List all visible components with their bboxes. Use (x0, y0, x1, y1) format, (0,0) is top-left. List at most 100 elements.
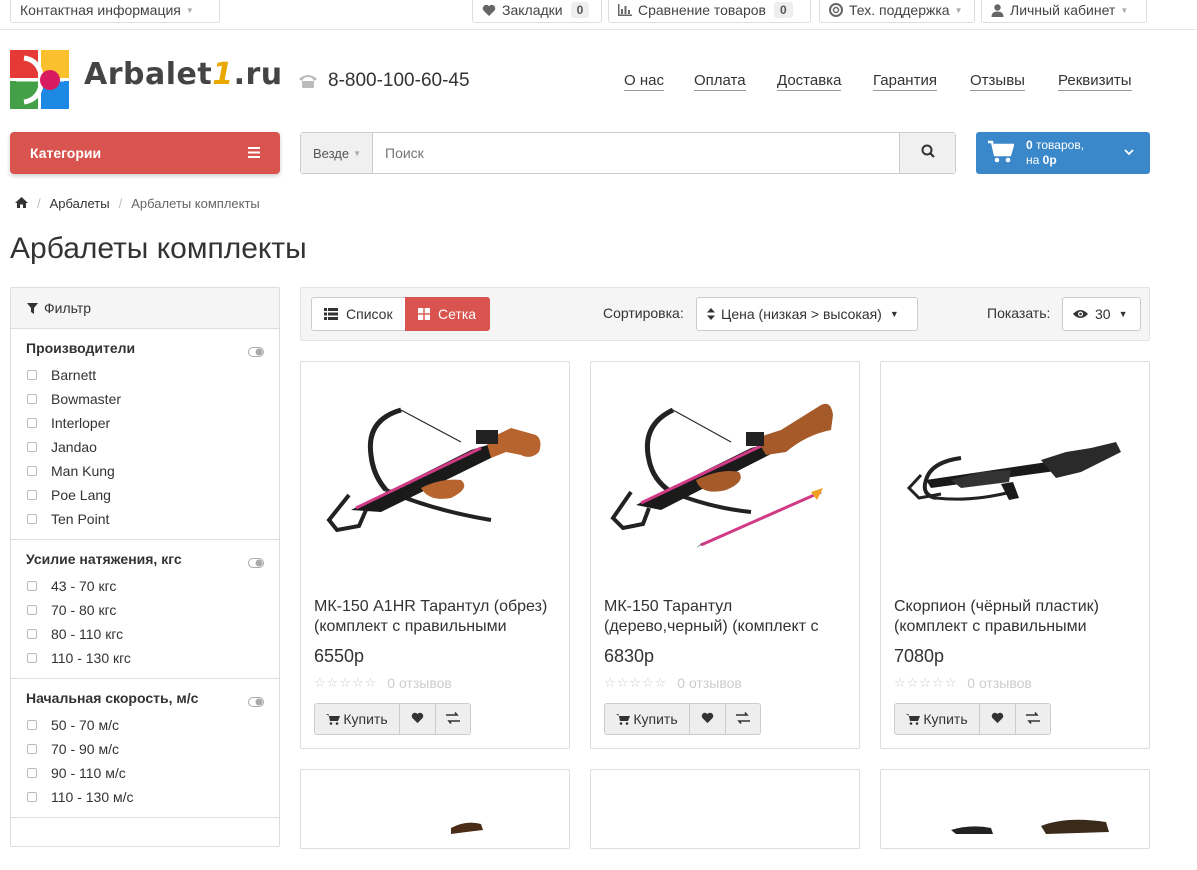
filter-checkbox[interactable] (27, 394, 37, 404)
buy-button[interactable]: Купить (604, 703, 690, 735)
add-to-wishlist-button[interactable] (400, 703, 436, 735)
filter-option[interactable]: Jandao (26, 435, 264, 459)
filter-checkbox[interactable] (27, 720, 37, 730)
filter-option[interactable]: Bowmaster (26, 387, 264, 411)
add-to-wishlist-button[interactable] (980, 703, 1016, 735)
filter-option-label: Man Kung (51, 463, 115, 479)
product-actions: Купить (604, 703, 761, 735)
filter-group-title[interactable]: Усилие натяжения, кгс (26, 551, 264, 567)
filter-checkbox[interactable] (27, 490, 37, 500)
phone-icon (298, 73, 318, 89)
compare-button[interactable]: Сравнение товаров 0 (608, 0, 811, 23)
breadcrumb-item[interactable]: Арбалеты (50, 196, 110, 211)
support-dropdown[interactable]: Тех. поддержка ▼ (819, 0, 975, 23)
product-image[interactable] (311, 380, 559, 570)
site-logo-icon[interactable] (10, 50, 70, 115)
contact-info-dropdown[interactable]: Контактная информация ▼ (10, 0, 220, 23)
filter-checkbox[interactable] (27, 744, 37, 754)
filter-option[interactable]: 110 - 130 м/с (26, 785, 264, 809)
search-scope-label: Везде (313, 145, 350, 161)
filter-option[interactable]: 110 - 130 кгс (26, 646, 264, 670)
filter-checkbox[interactable] (27, 629, 37, 639)
add-to-compare-button[interactable] (436, 703, 471, 735)
toggle-icon[interactable] (248, 694, 264, 712)
cart-button[interactable]: 0 товаров, на 0р (976, 132, 1150, 174)
filter-group-title[interactable]: Начальная скорость, м/с (26, 690, 264, 706)
product-image[interactable] (601, 380, 849, 570)
sort-arrows-icon (707, 308, 715, 320)
product-card: МК-150 A1HR Тарантул (обрез) (комплект с… (300, 361, 570, 749)
site-logo-text[interactable]: Arbalet1.ru (84, 57, 283, 92)
product-rating: ☆☆☆☆☆ 0 отзывов (604, 675, 742, 691)
heart-icon (991, 711, 1004, 727)
search-input[interactable] (373, 133, 899, 173)
nav-payment[interactable]: Оплата (694, 72, 746, 91)
star-rating-icon: ☆☆☆☆☆ (604, 675, 668, 690)
page-title: Арбалеты комплекты (10, 232, 307, 265)
buy-label: Купить (923, 711, 968, 727)
filter-option[interactable]: Poe Lang (26, 483, 264, 507)
sort-dropdown[interactable]: Цена (низкая > высокая) ▼ (696, 297, 918, 331)
filter-option[interactable]: Barnett (26, 363, 264, 387)
filter-option-label: Ten Point (51, 511, 110, 527)
filter-option[interactable]: 50 - 70 м/с (26, 713, 264, 737)
filter-option[interactable]: Man Kung (26, 459, 264, 483)
filter-checkbox[interactable] (27, 792, 37, 802)
funnel-icon (27, 302, 38, 314)
search-button[interactable] (899, 133, 955, 173)
filter-checkbox[interactable] (27, 768, 37, 778)
filter-checkbox[interactable] (27, 514, 37, 524)
filter-checkbox[interactable] (27, 442, 37, 452)
bookmarks-button[interactable]: Закладки 0 (472, 0, 602, 23)
product-image[interactable] (301, 810, 569, 870)
account-dropdown[interactable]: Личный кабинет ▼ (981, 0, 1147, 23)
filter-option[interactable]: 90 - 110 м/с (26, 761, 264, 785)
filter-option[interactable]: 70 - 80 кгс (26, 598, 264, 622)
filter-checkbox[interactable] (27, 605, 37, 615)
filter-checkbox[interactable] (27, 653, 37, 663)
nav-requisites[interactable]: Реквизиты (1058, 72, 1132, 91)
nav-reviews[interactable]: Отзывы (970, 72, 1025, 91)
product-rating: ☆☆☆☆☆ 0 отзывов (314, 675, 452, 691)
nav-about[interactable]: О нас (624, 72, 664, 91)
home-icon[interactable] (15, 196, 28, 211)
buy-button[interactable]: Купить (894, 703, 980, 735)
product-title[interactable]: Скорпион (чёрный пластик) (комплект с пр… (894, 597, 1139, 637)
toggle-icon[interactable] (248, 555, 264, 573)
add-to-wishlist-button[interactable] (690, 703, 726, 735)
heart-icon (411, 711, 424, 727)
nav-warranty[interactable]: Гарантия (873, 72, 937, 91)
reviews-count[interactable]: 0 отзывов (387, 675, 452, 691)
breadcrumb-current: Арбалеты комплекты (131, 196, 260, 211)
list-view-button[interactable]: Список (311, 297, 406, 331)
filter-option[interactable]: 70 - 90 м/с (26, 737, 264, 761)
bar-chart-icon (618, 4, 632, 16)
product-title[interactable]: МК-150 Тарантул (дерево,черный) (комплек… (604, 597, 849, 637)
filter-option[interactable]: Ten Point (26, 507, 264, 531)
add-to-compare-button[interactable] (726, 703, 761, 735)
filter-checkbox[interactable] (27, 581, 37, 591)
search-scope-dropdown[interactable]: Везде ▼ (301, 133, 373, 173)
buy-button[interactable]: Купить (314, 703, 400, 735)
reviews-count[interactable]: 0 отзывов (967, 675, 1032, 691)
cart-icon (616, 713, 631, 725)
toggle-icon[interactable] (248, 344, 264, 362)
product-image[interactable] (881, 810, 1149, 870)
categories-button[interactable]: Категории (10, 132, 280, 174)
filter-option[interactable]: 43 - 70 кгс (26, 574, 264, 598)
filter-option[interactable]: 80 - 110 кгс (26, 622, 264, 646)
reviews-count[interactable]: 0 отзывов (677, 675, 742, 691)
filter-checkbox[interactable] (27, 466, 37, 476)
grid-icon (418, 308, 430, 320)
grid-view-button[interactable]: Сетка (405, 297, 490, 331)
filter-option[interactable]: Interloper (26, 411, 264, 435)
filter-group-title[interactable]: Производители (26, 340, 264, 356)
filter-checkbox[interactable] (27, 370, 37, 380)
cart-summary: 0 товаров, на 0р (1026, 138, 1084, 168)
filter-checkbox[interactable] (27, 418, 37, 428)
nav-delivery[interactable]: Доставка (777, 72, 842, 91)
product-image[interactable] (891, 380, 1139, 570)
show-count-dropdown[interactable]: 30 ▼ (1062, 297, 1141, 331)
product-title[interactable]: МК-150 A1HR Тарантул (обрез) (комплект с… (314, 597, 559, 637)
add-to-compare-button[interactable] (1016, 703, 1051, 735)
